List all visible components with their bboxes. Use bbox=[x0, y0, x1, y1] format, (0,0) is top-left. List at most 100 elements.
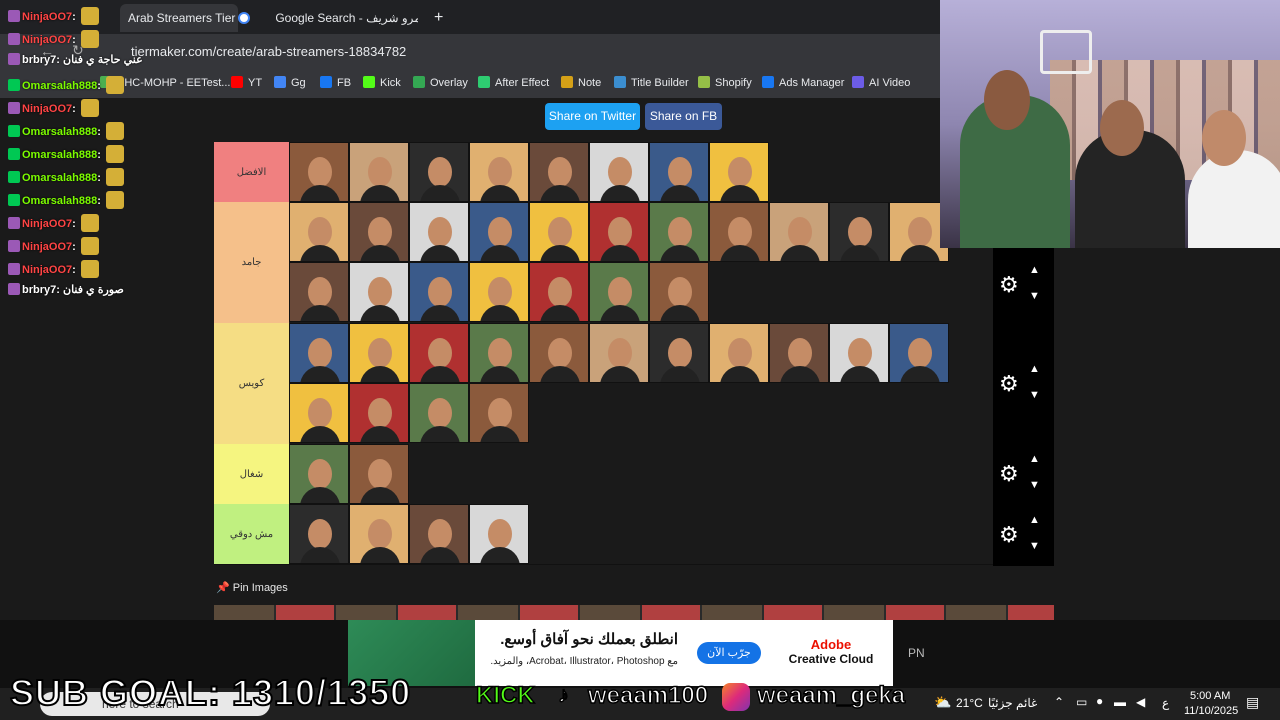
tier-tile[interactable] bbox=[709, 202, 769, 262]
tile-face bbox=[428, 277, 452, 307]
tier-tile[interactable] bbox=[589, 323, 649, 383]
bookmark-icon bbox=[561, 76, 573, 88]
tier-tile[interactable] bbox=[349, 383, 409, 443]
tier-tile[interactable] bbox=[889, 323, 949, 383]
url-text[interactable]: tiermaker.com/create/arab-streamers-1883… bbox=[131, 44, 406, 59]
bookmark-9[interactable]: Shopify bbox=[698, 76, 752, 89]
tile-face bbox=[488, 157, 512, 187]
tier-tile[interactable] bbox=[769, 202, 829, 262]
bookmark-10[interactable]: Ads Manager bbox=[762, 76, 844, 89]
share-twitter-button[interactable]: Share on Twitter bbox=[545, 103, 640, 130]
volume-icon[interactable]: ◀ bbox=[1136, 695, 1145, 709]
tier-tile[interactable] bbox=[649, 262, 709, 322]
tier-tile[interactable] bbox=[709, 323, 769, 383]
tier-label-3[interactable]: شغال bbox=[214, 444, 289, 505]
emote-icon bbox=[105, 145, 124, 163]
tier-tile[interactable] bbox=[409, 383, 469, 443]
tier-tile[interactable] bbox=[589, 142, 649, 202]
bookmark-8[interactable]: Title Builder bbox=[614, 76, 689, 89]
gear-icon[interactable]: ⚙ bbox=[999, 371, 1019, 397]
tier-tile[interactable] bbox=[349, 142, 409, 202]
tier-tile[interactable] bbox=[529, 202, 589, 262]
tier-controls-0: ⚙ ▲ ▼ bbox=[993, 248, 1054, 324]
pin-images[interactable]: 📌 Pin Images bbox=[216, 581, 288, 594]
tier-tile[interactable] bbox=[289, 504, 349, 564]
tier-label-0[interactable]: الافضل bbox=[214, 142, 289, 203]
chevron-up-icon[interactable]: ▲ bbox=[1029, 453, 1040, 465]
ad-cta-button[interactable]: جرّب الآن bbox=[697, 642, 761, 664]
chevron-down-icon[interactable]: ▼ bbox=[1029, 290, 1040, 302]
tier-tile[interactable] bbox=[349, 202, 409, 262]
bookmark-7[interactable]: Note bbox=[561, 76, 601, 89]
tier-tile[interactable] bbox=[409, 262, 469, 322]
tier-tile[interactable] bbox=[589, 262, 649, 322]
tier-label-1[interactable]: جامد bbox=[214, 202, 289, 324]
tier-tile[interactable] bbox=[469, 262, 529, 322]
bookmark-4[interactable]: Kick bbox=[363, 76, 401, 89]
chevron-down-icon[interactable]: ▼ bbox=[1029, 540, 1040, 552]
tier-tile[interactable] bbox=[469, 383, 529, 443]
tier-tile[interactable] bbox=[349, 444, 409, 504]
clock-date[interactable]: 11/10/2025 bbox=[1184, 705, 1238, 717]
chat-badge-icon bbox=[8, 217, 20, 229]
bookmark-5[interactable]: Overlay bbox=[413, 76, 468, 89]
tier-tile[interactable] bbox=[409, 142, 469, 202]
adobe-ad-banner[interactable]: انطلق بعملك نحو آفاق أوسع. مع Acrobat، I… bbox=[475, 620, 893, 686]
tier-tile[interactable] bbox=[409, 202, 469, 262]
tier-label-2[interactable]: كويس bbox=[214, 323, 289, 445]
tier-tile[interactable] bbox=[289, 202, 349, 262]
tier-tile[interactable] bbox=[289, 383, 349, 443]
tile-body bbox=[420, 305, 460, 321]
tier-tile[interactable] bbox=[529, 262, 589, 322]
tier-tile[interactable] bbox=[289, 444, 349, 504]
tier-tile[interactable] bbox=[649, 323, 709, 383]
bookmark-3[interactable]: FB bbox=[320, 76, 351, 89]
bookmark-1[interactable]: YT bbox=[231, 76, 262, 89]
tier-tile[interactable] bbox=[529, 142, 589, 202]
chevron-down-icon[interactable]: ▼ bbox=[1029, 389, 1040, 401]
tier-tile[interactable] bbox=[409, 504, 469, 564]
chevron-up-icon[interactable]: ▲ bbox=[1029, 264, 1040, 276]
chevron-down-icon[interactable]: ▼ bbox=[1029, 479, 1040, 491]
share-fb-button[interactable]: Share on FB bbox=[645, 103, 722, 130]
tier-label-4[interactable]: مش دوقي bbox=[214, 504, 289, 565]
tier-tile[interactable] bbox=[469, 504, 529, 564]
chevron-up-icon[interactable]: ▲ bbox=[1029, 514, 1040, 526]
notification-icon[interactable]: ▤ bbox=[1246, 694, 1259, 711]
webcam-feed bbox=[940, 0, 1280, 248]
tier-tile[interactable] bbox=[409, 323, 469, 383]
tier-tile[interactable] bbox=[349, 323, 409, 383]
bookmark-11[interactable]: AI Video bbox=[852, 76, 910, 89]
tab-google-search[interactable]: Google Search - عمرو شريف bbox=[238, 4, 418, 32]
tier-tile[interactable] bbox=[289, 142, 349, 202]
tier-tile[interactable] bbox=[469, 323, 529, 383]
tier-tile[interactable] bbox=[349, 504, 409, 564]
mic-icon[interactable]: ● bbox=[1096, 694, 1103, 708]
language-indicator[interactable]: ع bbox=[1162, 696, 1169, 710]
chevron-up-icon[interactable]: ▲ bbox=[1029, 363, 1040, 375]
battery-icon[interactable]: ▬ bbox=[1114, 695, 1126, 709]
tier-tile[interactable] bbox=[649, 202, 709, 262]
gear-icon[interactable]: ⚙ bbox=[999, 272, 1019, 298]
network-icon[interactable]: ▭ bbox=[1076, 695, 1087, 709]
tier-tile[interactable] bbox=[529, 323, 589, 383]
tier-tile[interactable] bbox=[469, 202, 529, 262]
tier-tile[interactable] bbox=[649, 142, 709, 202]
clock-time[interactable]: 5:00 AM bbox=[1190, 690, 1230, 702]
tier-tile[interactable] bbox=[469, 142, 529, 202]
tier-tile[interactable] bbox=[589, 202, 649, 262]
tier-tile[interactable] bbox=[769, 323, 829, 383]
tab-tiermaker[interactable]: Arab Streamers Tier Li bbox=[120, 4, 238, 32]
tray-chevron-icon[interactable]: ⌃ bbox=[1054, 695, 1064, 709]
tier-tile[interactable] bbox=[289, 323, 349, 383]
bookmark-2[interactable]: Gg bbox=[274, 76, 306, 89]
tier-tile[interactable] bbox=[829, 202, 889, 262]
tier-tile[interactable] bbox=[709, 142, 769, 202]
new-tab-button[interactable]: + bbox=[434, 4, 454, 32]
bookmark-6[interactable]: After Effect bbox=[478, 76, 549, 89]
gear-icon[interactable]: ⚙ bbox=[999, 522, 1019, 548]
tier-tile[interactable] bbox=[349, 262, 409, 322]
gear-icon[interactable]: ⚙ bbox=[999, 461, 1019, 487]
tier-tile[interactable] bbox=[289, 262, 349, 322]
tier-tile[interactable] bbox=[829, 323, 889, 383]
